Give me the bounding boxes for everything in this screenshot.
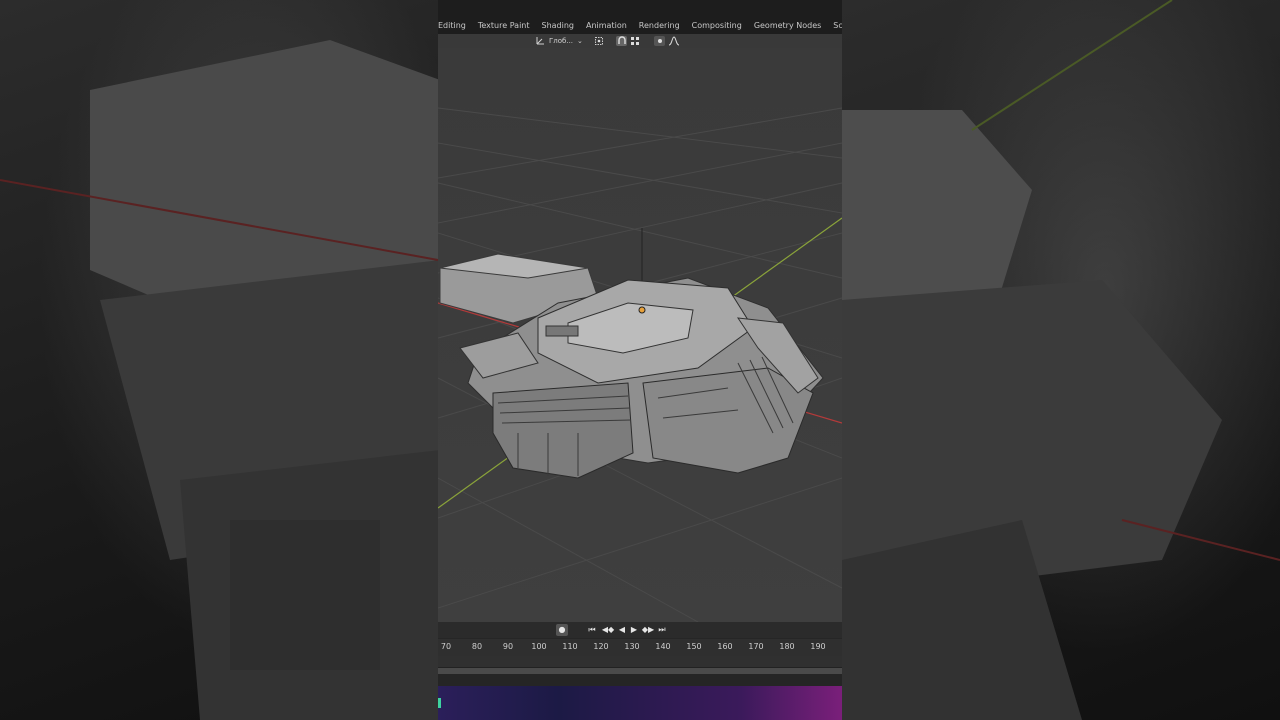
frame-tick: 190 bbox=[810, 642, 826, 651]
3d-viewport[interactable] bbox=[438, 48, 842, 622]
proportional-edit-icon[interactable] bbox=[654, 36, 665, 46]
next-keyframe-button[interactable]: ◆▶ bbox=[640, 624, 656, 636]
frame-tick: 140 bbox=[655, 642, 671, 651]
tab-rendering[interactable]: Rendering bbox=[633, 18, 686, 34]
timeline-track-area[interactable] bbox=[438, 656, 842, 686]
current-frame-marker bbox=[438, 698, 441, 708]
frame-tick: 130 bbox=[624, 642, 640, 651]
tab-scripting[interactable]: Scripting bbox=[827, 18, 842, 34]
frame-tick: 100 bbox=[531, 642, 547, 651]
jump-start-button[interactable]: ⏮ bbox=[586, 624, 598, 636]
tab-geometry-nodes[interactable]: Geometry Nodes bbox=[748, 18, 827, 34]
orientation-label: Глоб... bbox=[549, 37, 574, 45]
viewport-scene bbox=[438, 48, 842, 622]
frame-tick: 80 bbox=[471, 642, 483, 651]
background-blur-left bbox=[0, 0, 438, 720]
chevron-down-icon: ⌄ bbox=[577, 37, 583, 45]
frame-tick: 170 bbox=[748, 642, 764, 651]
tab-editing[interactable]: Editing bbox=[438, 18, 472, 34]
tab-shading[interactable]: Shading bbox=[536, 18, 581, 34]
top-menu-bar bbox=[438, 0, 842, 18]
frame-tick: 120 bbox=[593, 642, 609, 651]
empty-track bbox=[438, 674, 842, 686]
frame-tick: 70 bbox=[440, 642, 452, 651]
status-bar bbox=[438, 686, 842, 720]
play-button[interactable]: ▶ bbox=[628, 624, 640, 636]
tab-compositing[interactable]: Compositing bbox=[686, 18, 748, 34]
snap-toggle-icon[interactable] bbox=[616, 36, 627, 46]
tab-animation[interactable]: Animation bbox=[580, 18, 633, 34]
falloff-curve-icon[interactable] bbox=[668, 36, 680, 46]
background-tank-right bbox=[842, 0, 1280, 720]
summary-track bbox=[438, 656, 842, 668]
frame-tick: 180 bbox=[779, 642, 795, 651]
frame-tick: 150 bbox=[686, 642, 702, 651]
tab-texture-paint[interactable]: Texture Paint bbox=[472, 18, 536, 34]
timeline-ruler[interactable]: 70 80 90 100 110 120 130 140 150 160 170… bbox=[438, 638, 842, 656]
workspace-tabs: Editing Texture Paint Shading Animation … bbox=[438, 18, 842, 34]
orientation-icon bbox=[536, 36, 545, 47]
frame-tick: 160 bbox=[717, 642, 733, 651]
jump-end-button[interactable]: ⏭ bbox=[656, 624, 668, 636]
frame-tick: 90 bbox=[502, 642, 514, 651]
background-blur-right bbox=[842, 0, 1280, 720]
frame-tick: 110 bbox=[562, 642, 578, 651]
viewport-header: Глоб... ⌄ bbox=[438, 34, 842, 48]
play-reverse-button[interactable]: ◀ bbox=[616, 624, 628, 636]
snap-increment-icon[interactable] bbox=[629, 36, 640, 46]
background-tank-left bbox=[0, 40, 438, 720]
playback-controls: ● ⏮ ◀◆ ◀ ▶ ◆▶ ⏭ bbox=[438, 622, 842, 638]
pivot-point-icon[interactable] bbox=[593, 36, 604, 46]
transform-orientation-dropdown[interactable]: Глоб... ⌄ bbox=[536, 35, 583, 47]
prev-keyframe-button[interactable]: ◀◆ bbox=[600, 624, 616, 636]
record-button[interactable]: ● bbox=[556, 624, 568, 636]
blender-window: Editing Texture Paint Shading Animation … bbox=[438, 0, 842, 720]
